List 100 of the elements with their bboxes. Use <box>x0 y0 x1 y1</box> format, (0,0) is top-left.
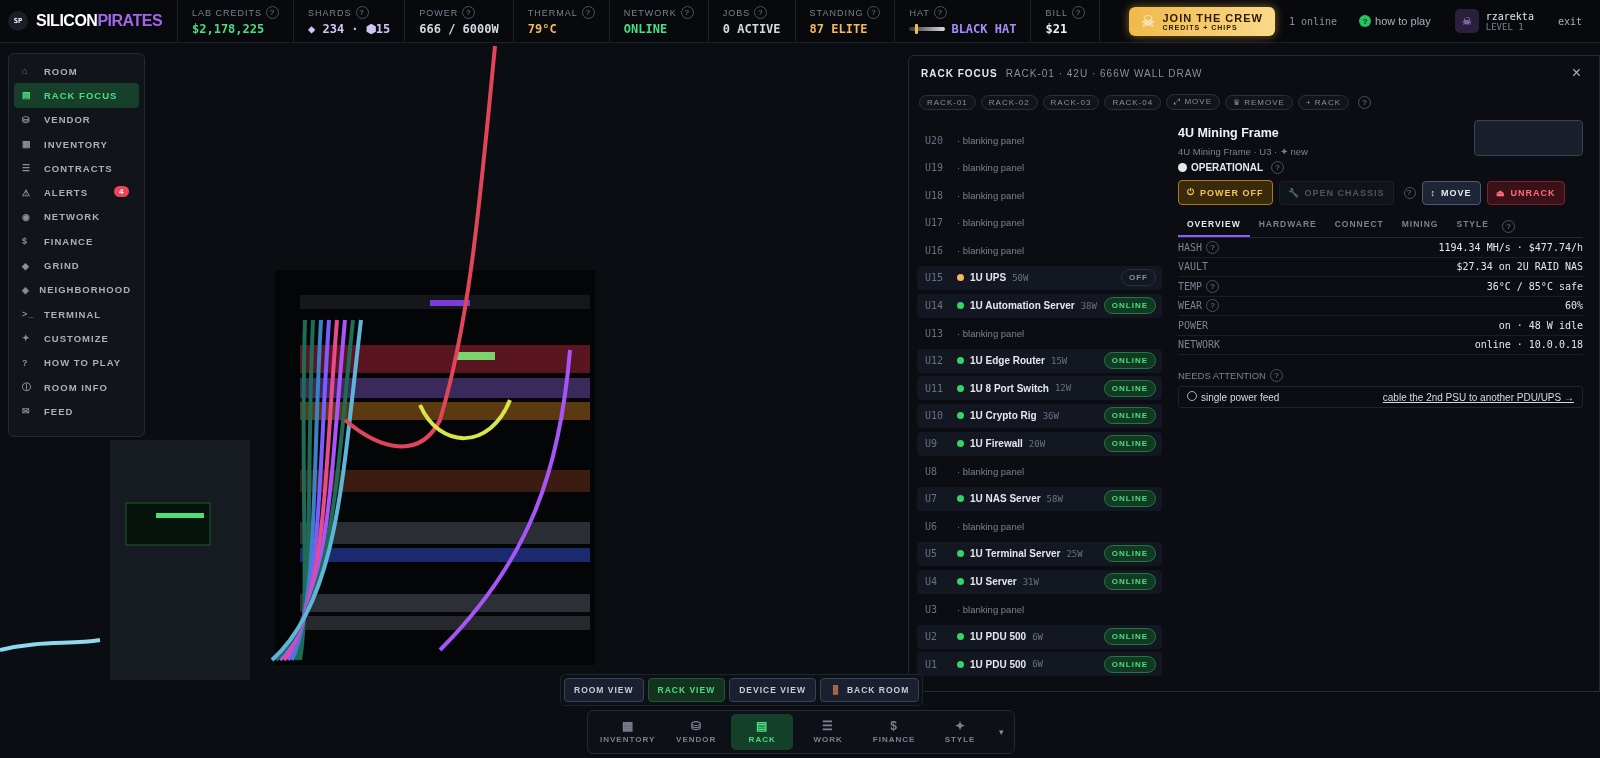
button-icon: ↕ <box>1430 187 1436 198</box>
nav-icon: ⓘ <box>22 380 44 394</box>
hat-slider[interactable] <box>909 27 946 31</box>
nav-icon: ◉ <box>22 211 44 222</box>
rack-slot-row[interactable]: U15 1U UPS 50W OFF <box>917 265 1162 290</box>
rack-action-button[interactable]: + RACK <box>1297 94 1349 110</box>
stat-label: NETWORK <box>623 7 677 18</box>
dock-button[interactable]: ✦ STYLE <box>929 714 991 750</box>
rack-slot-row[interactable]: U9 1U Firewall 20W ONLINE <box>917 431 1162 456</box>
rack-slot-row[interactable]: U10 1U Crypto Rig 36W ONLINE <box>917 403 1162 428</box>
action-button[interactable]: ⏻ POWER OFF <box>1178 180 1273 205</box>
rack-slot-row[interactable]: U5 1U Terminal Server 25W ONLINE <box>917 541 1162 566</box>
rack-slot-row[interactable]: U1 1U PDU 500 6W ONLINE <box>917 652 1162 677</box>
nav-item[interactable]: ✉ FEED <box>14 399 139 424</box>
detail-tab[interactable]: STYLE <box>1447 215 1498 237</box>
rack-slot-row[interactable]: U7 1U NAS Server 58W ONLINE <box>917 486 1162 511</box>
stat-label: WEAR <box>1178 300 1203 312</box>
nav-item[interactable]: ◈ NEIGHBORHOOD <box>14 277 139 302</box>
how-to-play-link[interactable]: ? how to play <box>1359 15 1431 27</box>
stat-label: BILL <box>1045 7 1068 18</box>
rack-slot-row[interactable]: U4 1U Server 31W ONLINE <box>917 569 1162 594</box>
stat-value: 60% <box>1564 300 1583 312</box>
rack-tab[interactable]: RACK-03 <box>1042 94 1100 110</box>
unit-label: U7 <box>925 493 939 505</box>
dock-icon: ✦ <box>954 720 966 732</box>
status-pill: ONLINE <box>1103 435 1156 453</box>
dock-button[interactable]: ☰ WORK <box>797 714 860 750</box>
view-button[interactable]: ROOM VIEW <box>564 678 644 702</box>
view-button[interactable]: RACK VIEW <box>647 678 726 702</box>
unit-label: U19 <box>925 162 945 174</box>
action-button[interactable]: ↕ MOVE <box>1421 180 1481 205</box>
fix-link[interactable]: cable the 2nd PSU to another PDU/UPS → <box>1382 391 1574 403</box>
detail-tab[interactable]: HARDWARE <box>1249 215 1326 237</box>
stat-value: 36°C / 85°C safe <box>1486 280 1583 292</box>
exit-link[interactable]: exit <box>1557 15 1582 27</box>
nav-item[interactable]: ▤ RACK FOCUS <box>14 83 139 108</box>
nav-item[interactable]: ⚠ ALERTS 4 <box>14 180 139 205</box>
rack-slot-row[interactable]: U11 1U 8 Port Switch 12W ONLINE <box>917 376 1162 401</box>
stat-value: $21 <box>1045 22 1069 36</box>
unit-label: U17 <box>925 217 945 229</box>
detail-tab[interactable]: CONNECT <box>1325 215 1393 237</box>
nav-item[interactable]: ⛁ VENDOR <box>14 107 139 132</box>
nav-item[interactable]: $ FINANCE <box>14 229 139 254</box>
rack-slot-row[interactable]: U14 1U Automation Server 38W ONLINE <box>917 293 1162 318</box>
nav-item[interactable]: ◉ NETWORK <box>14 204 139 230</box>
device-watts: 58W <box>1046 493 1063 504</box>
rack-tab[interactable]: RACK-04 <box>1104 94 1162 110</box>
unit-label: U4 <box>925 576 939 587</box>
stat-value: ONLINE <box>623 22 669 36</box>
dock-button[interactable]: ⛁ VENDOR <box>665 714 728 750</box>
stat-value: 1194.34 MH/s · $477.74/h <box>1438 241 1583 253</box>
detail-tab[interactable]: OVERVIEW <box>1178 215 1250 237</box>
avatar-icon: ☠ <box>1454 9 1479 33</box>
nav-item[interactable]: ✦ CUSTOMIZE <box>14 326 139 351</box>
unit-label: U6 <box>925 520 939 532</box>
nav-icon: ▦ <box>22 139 44 150</box>
stat-label: VAULT <box>1178 261 1209 273</box>
slider-thumb[interactable] <box>914 24 918 34</box>
nav-item[interactable]: >_ TERMINAL <box>14 301 139 327</box>
rack-slot-row[interactable]: U2 1U PDU 500 6W ONLINE <box>917 624 1162 649</box>
nav-item[interactable]: ⓘ ROOM INFO <box>14 374 139 400</box>
unit-label: U20 <box>925 134 945 146</box>
unit-label: U2 <box>925 631 939 643</box>
stat-label: SHARDS <box>308 7 352 18</box>
dock-button[interactable]: $ FINANCE <box>863 714 926 750</box>
stat-label: NETWORK <box>1178 339 1221 351</box>
nav-item[interactable]: ▦ INVENTORY <box>14 131 139 157</box>
unit-label: U16 <box>925 244 945 256</box>
device-state: OPERATIONAL <box>1191 162 1264 173</box>
rack-tab[interactable]: RACK-02 <box>980 94 1038 110</box>
stat-label: POWER <box>419 7 459 18</box>
action-button[interactable]: ⏏ UNRACK <box>1486 180 1565 205</box>
view-button[interactable]: 🚪 BACK ROOM <box>819 678 920 702</box>
nav-item[interactable]: ⌂ ROOM <box>14 59 139 84</box>
detail-tab[interactable]: MINING <box>1392 215 1448 237</box>
rack-action-button[interactable]: ♛ REMOVE <box>1224 94 1293 110</box>
rack-tab[interactable]: RACK-01 <box>919 94 976 110</box>
device-name: 1U PDU 500 <box>970 631 1027 643</box>
nav-icon: ☰ <box>22 163 44 174</box>
dock-button[interactable]: ▤ RACK <box>731 714 794 750</box>
status-pill: ONLINE <box>1103 407 1156 425</box>
nav-item[interactable]: ◆ GRIND <box>14 253 139 278</box>
rack-slot-row[interactable]: U12 1U Edge Router 15W ONLINE <box>917 348 1162 373</box>
rack-action-button[interactable]: ⤢ MOVE <box>1166 94 1220 110</box>
more-button[interactable]: ▾ <box>995 727 1008 737</box>
nav-item[interactable]: ? HOW TO PLAY <box>14 350 139 375</box>
nav-item[interactable]: ☰ CONTRACTS <box>14 156 139 181</box>
view-button[interactable]: DEVICE VIEW <box>729 678 816 702</box>
stat-label: LAB CREDITS <box>192 7 262 18</box>
blank-slot-label: · blanking panel <box>957 520 1025 532</box>
unit-label: U8 <box>925 465 939 477</box>
stat-label: STANDING <box>809 7 864 18</box>
alert-count-badge: 4 <box>114 186 130 198</box>
button-icon: ⏏ <box>1495 187 1506 198</box>
status-pill: ONLINE <box>1103 655 1156 673</box>
dock-button[interactable]: ▦ INVENTORY <box>594 714 662 750</box>
stat-label: TEMP <box>1178 280 1203 292</box>
nav-icon: >_ <box>22 309 44 320</box>
close-button[interactable]: × <box>1565 64 1587 82</box>
nav-icon: ⌂ <box>22 66 44 77</box>
